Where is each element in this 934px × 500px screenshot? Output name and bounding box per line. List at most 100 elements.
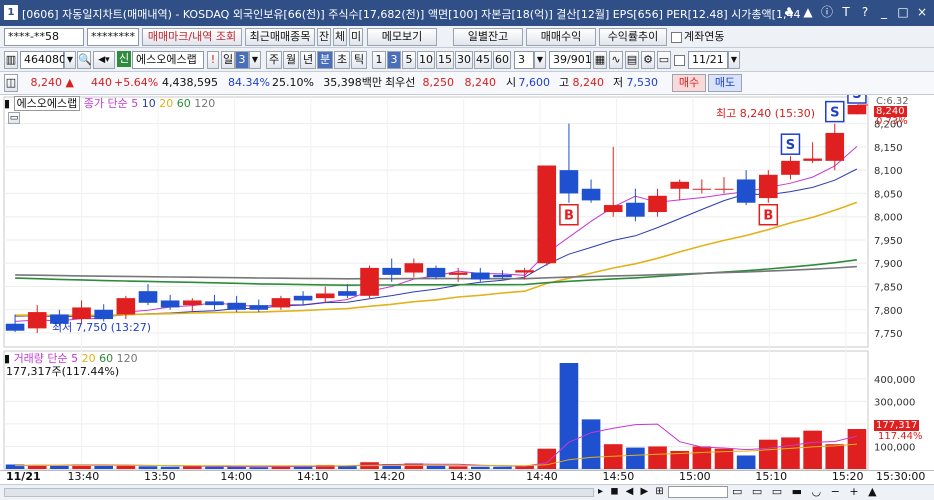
window-icon[interactable]: ▭ xyxy=(657,51,671,69)
change-rate: +5.64% xyxy=(114,76,159,89)
help-icon[interactable]: ? xyxy=(857,4,873,20)
minute-5-button[interactable]: 5 xyxy=(402,51,416,69)
second-button[interactable]: 초 xyxy=(334,51,350,69)
search-icon[interactable]: 🔍 xyxy=(77,51,92,69)
sell-button[interactable]: 매도 xyxy=(708,74,742,92)
wave-icon[interactable]: ∿ xyxy=(609,51,623,69)
vol-ma-120-label: 120 xyxy=(116,352,138,365)
current-price: 8,240 ▲ xyxy=(30,76,74,89)
window-number: 1 xyxy=(4,5,18,20)
period-select[interactable]: 일 xyxy=(221,51,235,69)
x-tick-label: 14:10 xyxy=(296,470,329,483)
account-link-checkbox[interactable] xyxy=(671,32,682,43)
minute-60-button[interactable]: 60 xyxy=(493,51,511,69)
up-icon[interactable]: ▲ xyxy=(800,4,816,20)
buy-button[interactable]: 매수 xyxy=(672,74,706,92)
volume-bar xyxy=(648,446,667,469)
date-field[interactable]: 11/21 xyxy=(688,51,728,69)
last-rate-badge: 0.73% xyxy=(876,116,908,127)
weekly-button[interactable]: 주 xyxy=(266,51,282,69)
candle-body xyxy=(116,298,136,315)
x-tick-label: 15:00 xyxy=(678,470,711,483)
info-icon[interactable]: ⓘ xyxy=(819,4,835,20)
minute-3-button[interactable]: 3 xyxy=(387,51,401,69)
speaker-icon[interactable]: ◀▾ xyxy=(93,51,115,69)
filled-button[interactable]: 체 xyxy=(333,28,347,46)
ma-5-label: 5 xyxy=(131,97,139,110)
candle-body xyxy=(404,263,424,273)
return-trend-button[interactable]: 수익률추이 xyxy=(599,28,667,46)
stock-code-input[interactable]: 464080 xyxy=(20,51,66,69)
expand-icon[interactable]: ◫ xyxy=(4,74,18,92)
ma-label: 종가 단순 xyxy=(83,97,128,110)
min-price-label: 최저 7,750 (13:27) xyxy=(52,321,152,334)
unfilled-button[interactable]: 미 xyxy=(349,28,363,46)
alert-button[interactable]: ! xyxy=(207,51,219,69)
low-price: 7,530 xyxy=(626,76,659,89)
close-icon[interactable]: × xyxy=(914,4,930,20)
volume-bar xyxy=(803,430,822,469)
count-select[interactable]: 3 xyxy=(514,51,534,69)
screen-icon[interactable]: ▤ xyxy=(625,51,639,69)
candle-body xyxy=(27,312,47,329)
recent-trades-button[interactable]: 최근매매종목 xyxy=(245,28,315,46)
stock-name-field[interactable]: 에스오에스랩 xyxy=(132,51,204,69)
zoom-controls[interactable]: ▭ ▭ ▭ ▬ ◡ − + ▲ xyxy=(732,485,880,498)
balance-button[interactable]: 잔 xyxy=(317,28,331,46)
candle-body xyxy=(382,267,401,275)
volume-bar xyxy=(559,363,579,469)
x-axis-date: 11/21 xyxy=(6,470,41,483)
trade-mark-button[interactable]: 매매마크/내역 조회 xyxy=(142,28,242,46)
max-price-label: 최고 8,240 (15:30) xyxy=(716,107,816,120)
memo-button[interactable]: 메모보기 xyxy=(367,28,437,46)
minute-45-button[interactable]: 45 xyxy=(474,51,492,69)
turnover-ratio: 25.10% xyxy=(272,76,314,89)
password-field[interactable]: ******** xyxy=(87,28,139,46)
sell-marker: S xyxy=(786,138,795,153)
layout-icon[interactable]: ▥ xyxy=(4,51,18,69)
volume-bar xyxy=(781,437,800,469)
period-count-select[interactable]: 3 xyxy=(235,51,249,69)
daily-balance-button[interactable]: 일별잔고 xyxy=(453,28,523,46)
volume-bar xyxy=(626,447,645,469)
settings-icon[interactable]: ⚙ xyxy=(641,51,655,69)
high-price: 8,240 xyxy=(572,76,605,89)
minute-button[interactable]: 분 xyxy=(317,51,333,69)
trade-profit-button[interactable]: 매매수익 xyxy=(526,28,596,46)
monthly-button[interactable]: 월 xyxy=(283,51,299,69)
scroll-controls[interactable]: ▸ ◼ ◀ ▶ ⊞ ▯ xyxy=(598,486,678,497)
calendar-dropdown-icon[interactable]: ▼ xyxy=(728,51,740,69)
font-icon[interactable]: T xyxy=(838,4,854,20)
panel-toggle-icon[interactable]: ▭ xyxy=(8,112,20,124)
minimize-icon[interactable]: _ xyxy=(876,4,892,20)
scroll-bar[interactable]: ▸ ◼ ◀ ▶ ⊞ ▯ ▭ ▭ ▭ ▬ ◡ − + ▲ xyxy=(0,484,934,500)
yearly-button[interactable]: 년 xyxy=(300,51,316,69)
volume: 4,438,595 xyxy=(162,76,218,89)
stock-name-label: 에스오에스랩 xyxy=(13,96,81,111)
date-checkbox[interactable] xyxy=(674,55,685,66)
account-field[interactable]: ****-**58 xyxy=(4,28,84,46)
minute-10-button[interactable]: 10 xyxy=(417,51,435,69)
count-field[interactable]: 39/901 xyxy=(549,51,592,69)
club-icon[interactable]: ♣ xyxy=(781,4,797,20)
period-dropdown-icon[interactable]: ▼ xyxy=(249,51,261,69)
scroll-track[interactable] xyxy=(4,488,594,497)
new-listing-badge: 신 xyxy=(117,51,131,67)
code-dropdown-icon[interactable]: ▼ xyxy=(64,51,76,69)
tick-button[interactable]: 틱 xyxy=(351,51,367,69)
chart-area[interactable]: 8,200 8,150 8,100 8,050 8,000 7,950 7,900 7,850… xyxy=(0,82,934,470)
volume-bar xyxy=(759,439,778,469)
y-tick-label: 7,850 xyxy=(874,283,903,294)
minute-30-button[interactable]: 30 xyxy=(455,51,473,69)
x-axis: 11/21 13:40 13:50 14:00 14:10 14:20 14:30 14:4… xyxy=(0,470,934,484)
x-axis-end-time: 15:30:00 xyxy=(876,470,926,483)
candle-body xyxy=(803,158,822,161)
maximize-icon[interactable]: □ xyxy=(895,4,911,20)
y-tick-label: 8,150 xyxy=(874,143,903,154)
minute-15-button[interactable]: 15 xyxy=(436,51,454,69)
chart-svg[interactable]: 8,2008,1508,1008,0508,0007,9507,9007,850… xyxy=(0,82,934,470)
grid-icon[interactable]: ▦ xyxy=(593,51,607,69)
count-dropdown-icon[interactable]: ▼ xyxy=(534,51,546,69)
minute-1-button[interactable]: 1 xyxy=(372,51,386,69)
zoom-field[interactable] xyxy=(668,486,728,498)
